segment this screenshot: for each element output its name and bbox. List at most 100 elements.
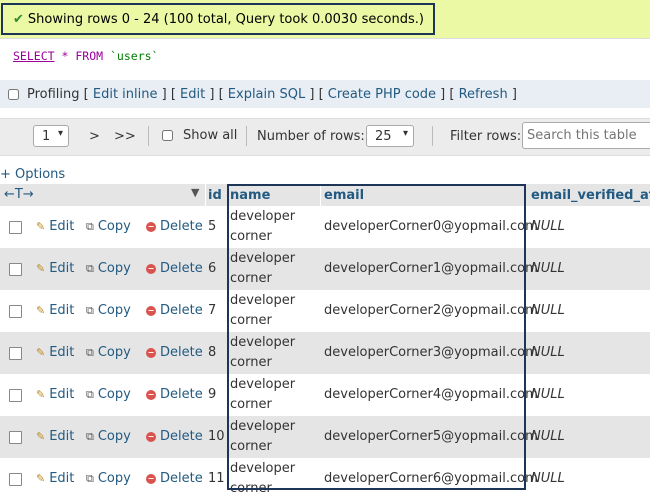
delete-button[interactable]: − Delete	[146, 471, 203, 486]
delete-icon: −	[146, 389, 156, 400]
sql-keyword-select[interactable]: SELECT	[13, 49, 55, 63]
edit-button[interactable]: ✎ Edit	[36, 471, 74, 486]
cell-id[interactable]: 9	[208, 387, 216, 402]
show-all-checkbox[interactable]	[162, 130, 173, 141]
copy-button[interactable]: ⧉ Copy	[86, 471, 131, 486]
divider	[432, 126, 433, 146]
last-page-button[interactable]: >>	[114, 129, 136, 144]
copy-icon: ⧉	[86, 387, 94, 401]
copy-button[interactable]: ⧉ Copy	[86, 219, 131, 234]
edit-label: Edit	[49, 219, 75, 234]
copy-button[interactable]: ⧉ Copy	[86, 345, 131, 360]
rows-select[interactable]: 25 ▾	[366, 125, 414, 147]
create-php-code-link[interactable]: Create PHP code	[328, 87, 436, 102]
copy-button[interactable]: ⧉ Copy	[86, 303, 131, 318]
copy-label: Copy	[97, 345, 131, 360]
rows-select-value: 25	[375, 128, 392, 144]
edit-label: Edit	[49, 261, 75, 276]
sort-chevron-icon[interactable]: ▼	[191, 186, 199, 199]
profiling-checkbox[interactable]	[8, 88, 19, 100]
delete-label: Delete	[160, 261, 203, 276]
cell-email-verified-at[interactable]: NULL	[531, 345, 565, 360]
copy-label: Copy	[97, 387, 131, 402]
copy-button[interactable]: ⧉ Copy	[86, 261, 131, 276]
edit-inline-link[interactable]: Edit inline	[93, 87, 158, 102]
delete-button[interactable]: − Delete	[146, 261, 203, 276]
delete-button[interactable]: − Delete	[146, 303, 203, 318]
next-page-button[interactable]: >	[89, 129, 100, 144]
delete-button[interactable]: − Delete	[146, 219, 203, 234]
pencil-icon: ✎	[36, 304, 46, 317]
edit-button[interactable]: ✎ Edit	[36, 345, 74, 360]
row-checkbox[interactable]	[9, 389, 22, 402]
cell-id[interactable]: 8	[208, 345, 216, 360]
row-checkbox[interactable]	[9, 431, 22, 444]
delete-label: Delete	[160, 345, 203, 360]
show-all-label: Show all	[183, 128, 238, 143]
edit-label: Edit	[49, 345, 75, 360]
copy-label: Copy	[97, 219, 131, 234]
copy-label: Copy	[97, 303, 131, 318]
row-checkbox[interactable]	[9, 347, 22, 360]
delete-icon: −	[146, 221, 156, 232]
copy-icon: ⧉	[86, 303, 94, 317]
refresh-link[interactable]: Refresh	[459, 87, 508, 102]
chevron-down-icon: ▾	[57, 128, 63, 139]
edit-button[interactable]: ✎ Edit	[36, 387, 74, 402]
success-text: Showing rows 0 - 24 (100 total, Query to…	[27, 11, 424, 27]
edit-button[interactable]: ✎ Edit	[36, 303, 74, 318]
row-checkbox[interactable]	[9, 473, 22, 486]
rows-label: Number of rows:	[257, 129, 365, 144]
pencil-icon: ✎	[36, 472, 46, 485]
profiling-label: Profiling	[27, 86, 80, 102]
edit-label: Edit	[49, 429, 75, 444]
edit-button[interactable]: ✎ Edit	[36, 219, 74, 234]
cell-email-verified-at[interactable]: NULL	[531, 429, 565, 444]
edit-link[interactable]: Edit	[180, 87, 205, 102]
row-checkbox[interactable]	[9, 305, 22, 318]
divider	[205, 184, 206, 206]
delete-icon: −	[146, 347, 156, 358]
delete-button[interactable]: − Delete	[146, 429, 203, 444]
cell-id[interactable]: 10	[208, 429, 225, 444]
copy-button[interactable]: ⧉ Copy	[86, 429, 131, 444]
row-checkbox[interactable]	[9, 221, 22, 234]
divider	[148, 126, 149, 146]
delete-label: Delete	[160, 471, 203, 486]
sql-table-name: `users`	[110, 49, 159, 63]
copy-button[interactable]: ⧉ Copy	[86, 387, 131, 402]
cell-email-verified-at[interactable]: NULL	[531, 303, 565, 318]
pencil-icon: ✎	[36, 346, 46, 359]
sql-keyword-from: FROM	[75, 49, 104, 63]
copy-icon: ⧉	[86, 345, 94, 359]
cell-id[interactable]: 6	[208, 261, 216, 276]
success-message: ✔ Showing rows 0 - 24 (100 total, Query …	[1, 3, 435, 35]
filter-input[interactable]	[522, 122, 650, 149]
edit-button[interactable]: ✎ Edit	[36, 261, 74, 276]
cell-email-verified-at[interactable]: NULL	[531, 471, 565, 486]
cell-email-verified-at[interactable]: NULL	[531, 261, 565, 276]
column-arrows-icon[interactable]: ←T→	[4, 187, 34, 202]
cell-id[interactable]: 11	[208, 471, 225, 486]
page-select-value: 1	[42, 128, 51, 144]
sql-query[interactable]: SELECT * FROM `users`	[13, 49, 158, 63]
delete-button[interactable]: − Delete	[146, 345, 203, 360]
delete-icon: −	[146, 473, 156, 484]
delete-label: Delete	[160, 303, 203, 318]
edit-label: Edit	[49, 303, 75, 318]
options-link[interactable]: + Options	[0, 167, 65, 182]
delete-button[interactable]: − Delete	[146, 387, 203, 402]
cell-id[interactable]: 5	[208, 219, 216, 234]
cell-email-verified-at[interactable]: NULL	[531, 387, 565, 402]
column-id[interactable]: id	[208, 188, 222, 203]
copy-label: Copy	[97, 471, 131, 486]
explain-sql-link[interactable]: Explain SQL	[228, 87, 305, 102]
delete-label: Delete	[160, 387, 203, 402]
row-checkbox[interactable]	[9, 263, 22, 276]
column-email-verified-at[interactable]: email_verified_at	[531, 188, 650, 203]
edit-button[interactable]: ✎ Edit	[36, 429, 74, 444]
cell-id[interactable]: 7	[208, 303, 216, 318]
page-select[interactable]: 1 ▾	[33, 125, 69, 147]
cell-email-verified-at[interactable]: NULL	[531, 219, 565, 234]
delete-label: Delete	[160, 429, 203, 444]
